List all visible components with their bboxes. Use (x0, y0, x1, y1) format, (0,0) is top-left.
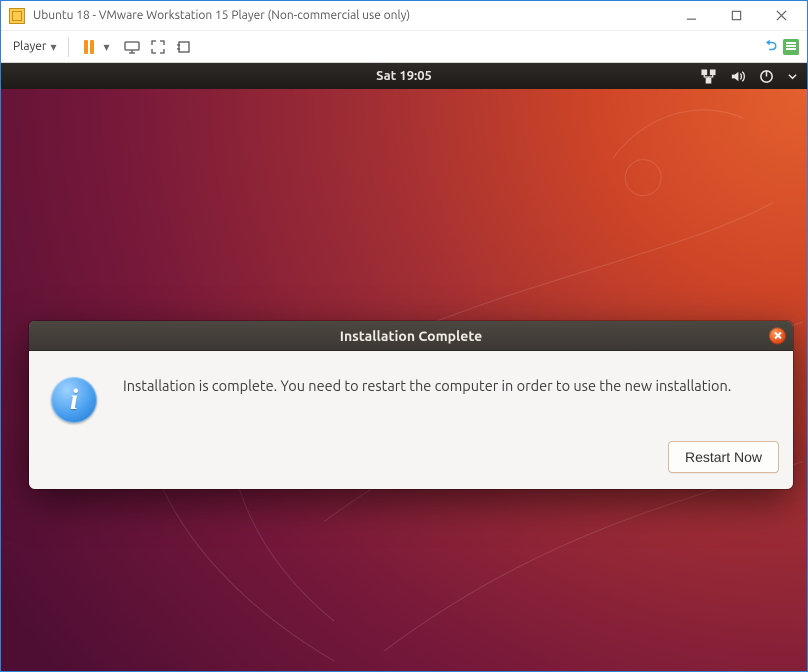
message-log-button[interactable] (783, 39, 799, 55)
chevron-down-icon (788, 72, 797, 81)
gnome-top-bar: Sat 19:05 (1, 63, 807, 89)
cycle-icon: ⮌ (766, 37, 777, 53)
volume-icon (730, 69, 745, 84)
dialog-close-button[interactable] (769, 327, 786, 344)
dialog-message: Installation is complete. You need to re… (123, 377, 731, 394)
minimize-button[interactable] (669, 2, 714, 30)
maximize-button[interactable] (714, 2, 759, 30)
installation-complete-dialog: Installation Complete i Installation is … (29, 321, 793, 489)
enter-unity-button[interactable] (172, 35, 196, 59)
pause-icon (84, 40, 94, 54)
dialog-title: Installation Complete (340, 328, 482, 344)
vmware-window-title: Ubuntu 18 - VMware Workstation 15 Player… (33, 9, 410, 22)
player-menu[interactable]: Player ▾ (9, 38, 60, 56)
fullscreen-icon (150, 39, 166, 55)
gnome-status-area[interactable] (701, 63, 797, 89)
unity-mode-icon (176, 39, 192, 55)
chevron-down-icon: ▾ (50, 40, 56, 54)
guest-viewport: Sat 19:05 Installation Complete i Instal… (1, 63, 807, 671)
cycle-multiple-monitors-button[interactable]: ⮌ (766, 35, 777, 59)
toolbar-separator (68, 37, 69, 57)
close-icon (774, 332, 782, 340)
restart-now-button[interactable]: Restart Now (668, 441, 779, 473)
vmware-toolbar: Player ▾ ▾ ⮌ (1, 31, 807, 63)
dialog-titlebar[interactable]: Installation Complete (29, 321, 793, 351)
info-icon: i (51, 377, 97, 423)
send-ctrl-alt-del-button[interactable] (120, 35, 144, 59)
player-menu-label: Player (13, 40, 46, 53)
vmware-titlebar: Ubuntu 18 - VMware Workstation 15 Player… (1, 1, 807, 31)
power-icon (759, 69, 774, 84)
enter-fullscreen-button[interactable] (146, 35, 170, 59)
network-icon (701, 69, 716, 84)
close-button[interactable] (759, 2, 804, 30)
chevron-down-icon[interactable]: ▾ (103, 40, 109, 54)
gnome-clock[interactable]: Sat 19:05 (376, 69, 432, 83)
keyboard-send-icon (124, 39, 140, 55)
vmware-app-icon (9, 8, 25, 24)
suspend-button[interactable] (77, 35, 101, 59)
